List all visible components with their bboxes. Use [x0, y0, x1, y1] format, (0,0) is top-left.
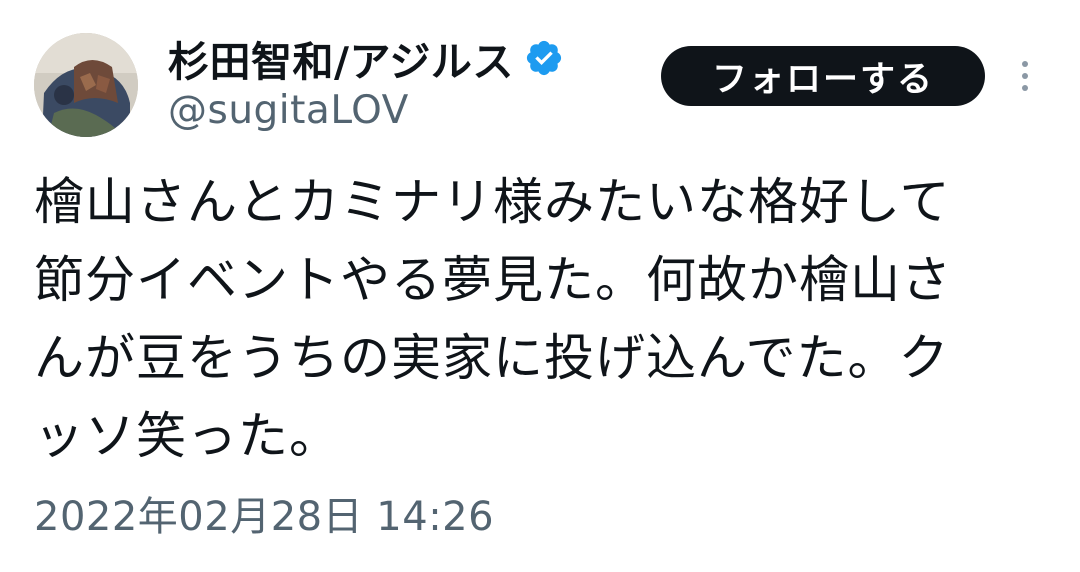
- more-dot: [1022, 61, 1028, 67]
- tweet-text: 檜山さんとカミナリ様みたいな格好して 節分イベントやる夢見た。何故か檜山さ んが…: [34, 173, 952, 465]
- more-options-icon[interactable]: [1010, 56, 1040, 96]
- author-handle[interactable]: @sugitaLOV: [168, 88, 409, 133]
- tweet-card: 杉田智和/アジルス @sugitaLOV フォローする 檜山さんとカミナリ様みた…: [0, 0, 1080, 572]
- more-dot: [1022, 73, 1028, 79]
- avatar-image: [34, 33, 138, 137]
- more-dot: [1022, 85, 1028, 91]
- avatar[interactable]: [34, 33, 138, 137]
- follow-button[interactable]: フォローする: [661, 46, 985, 106]
- author-display-name[interactable]: 杉田智和/アジルス: [168, 28, 514, 88]
- author-name-row: 杉田智和/アジルス: [168, 28, 564, 88]
- verified-badge-icon: [524, 38, 564, 78]
- tweet-timestamp[interactable]: 2022年02月28日 14:26: [34, 484, 494, 542]
